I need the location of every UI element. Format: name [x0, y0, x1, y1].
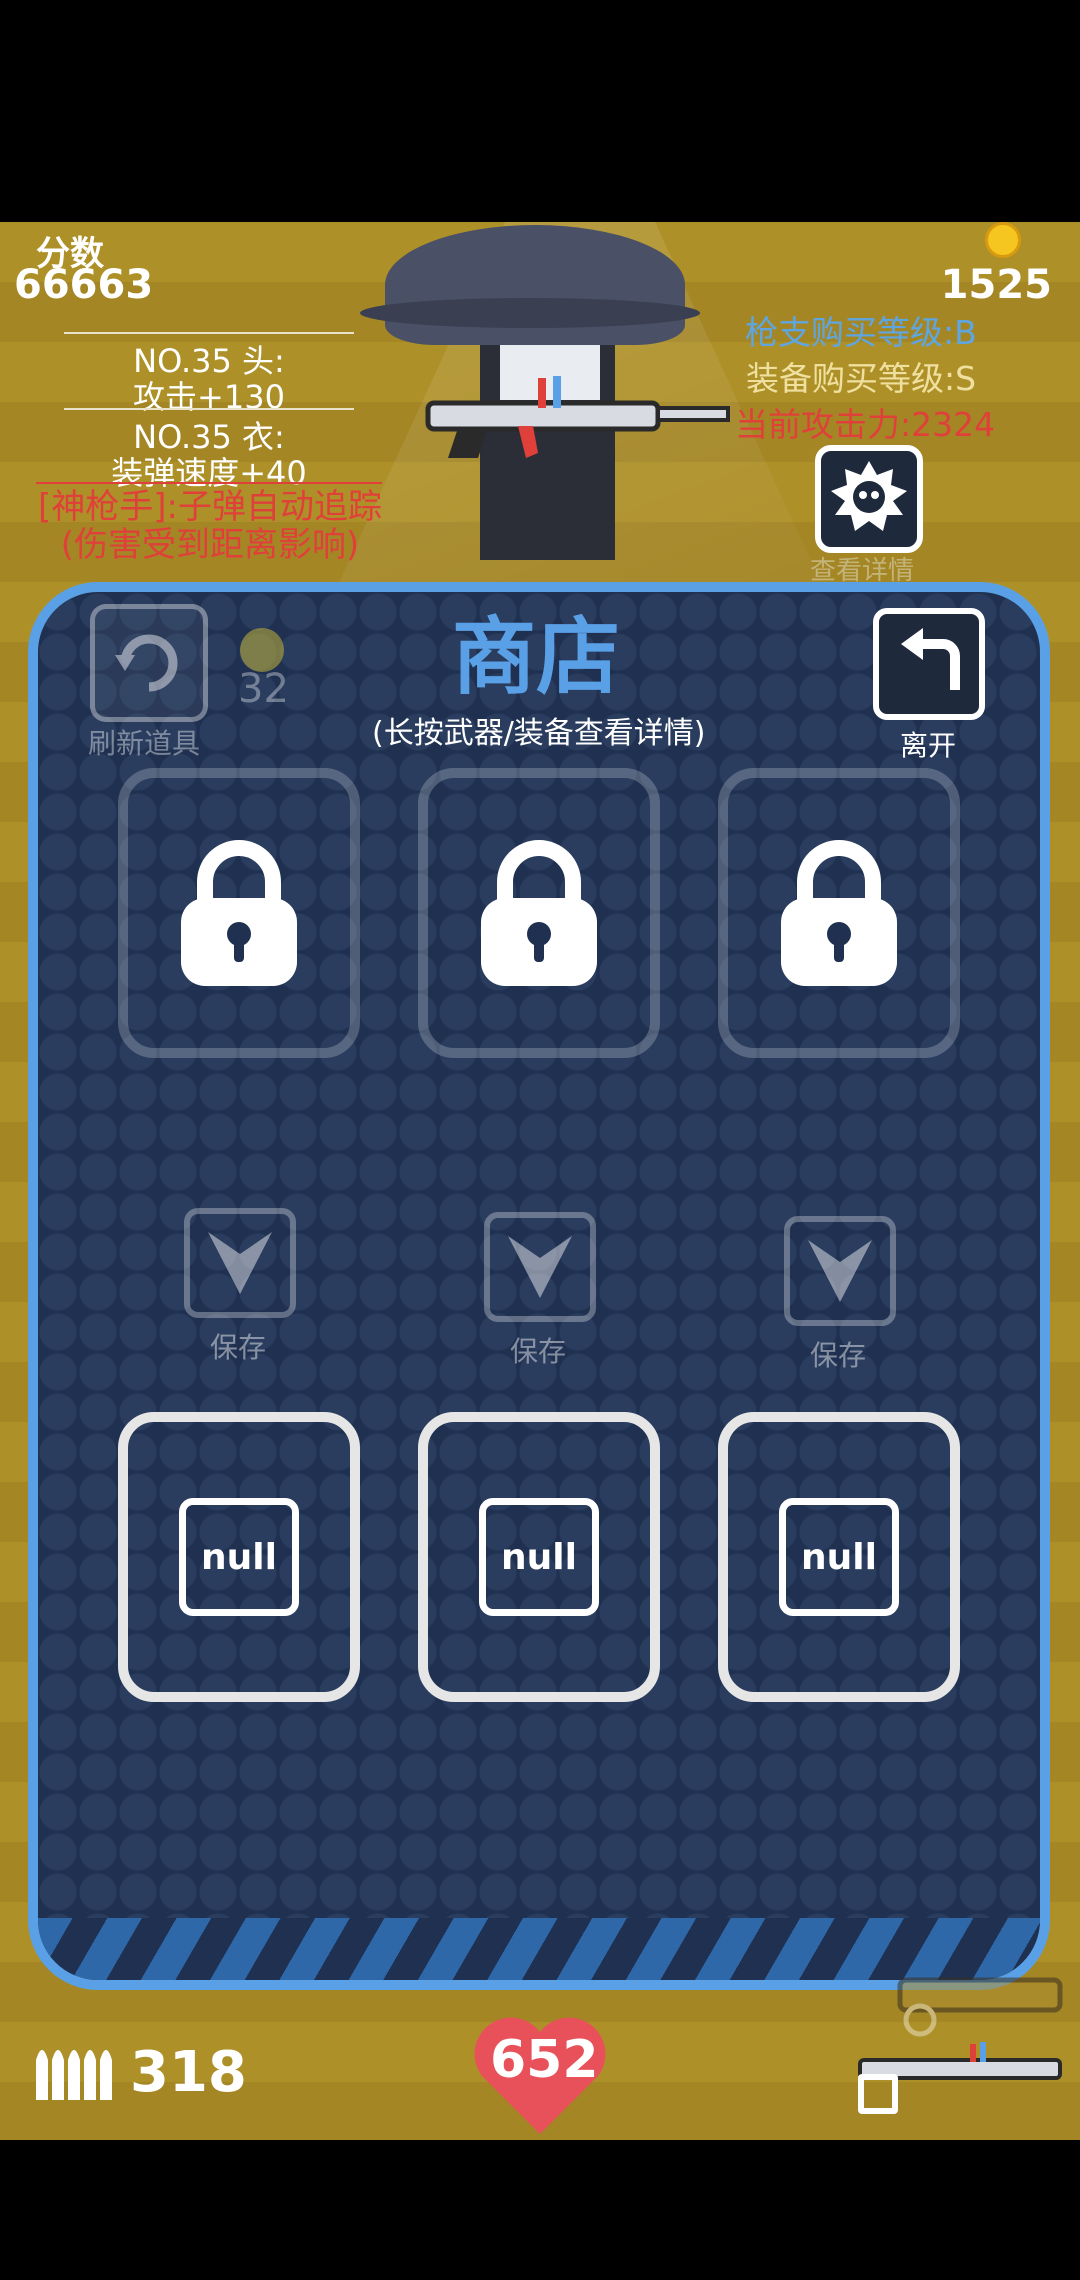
leave-button[interactable]: [873, 608, 985, 720]
return-arrow-icon: [901, 628, 960, 690]
skill-line: (伤害受到距离影响): [60, 525, 360, 565]
locked-shop-slot[interactable]: [718, 768, 960, 1058]
skull-badge-icon: [831, 461, 907, 531]
skill-line: [神枪手]:子弹自动追踪: [38, 487, 382, 527]
save-label: 保存: [810, 1339, 867, 1372]
save-label: 保存: [210, 1331, 267, 1364]
empty-storage-slot[interactable]: null: [118, 1412, 360, 1702]
null-placeholder: null: [479, 1498, 599, 1616]
ammo-icon: [36, 2050, 112, 2100]
refresh-cost: 32: [238, 666, 289, 712]
weapon-slot-indicator[interactable]: [858, 2074, 898, 2114]
save-button[interactable]: [184, 1208, 296, 1318]
lock-icon: [481, 840, 597, 986]
lock-icon: [781, 840, 897, 986]
shop-subtitle: (长按武器/装备查看详情): [372, 716, 706, 751]
skill-description: [神枪手]:子弹自动追踪 (伤害受到距离影响): [20, 488, 400, 564]
coin-icon: [985, 222, 1021, 258]
equip-purchase-level: 装备购买等级:S: [746, 359, 977, 398]
ammo-count: 318: [130, 2040, 247, 2105]
down-arrow-icon: [508, 1236, 572, 1298]
save-label: 保存: [510, 1335, 567, 1368]
null-placeholder: null: [779, 1498, 899, 1616]
down-arrow-icon: [208, 1232, 272, 1294]
empty-storage-slot[interactable]: null: [718, 1412, 960, 1702]
null-placeholder: null: [179, 1498, 299, 1616]
attack-power: 当前攻击力:2324: [735, 405, 996, 444]
navigation-bar-area: [0, 2140, 1080, 2280]
refresh-items-button[interactable]: [90, 604, 208, 722]
lock-icon: [181, 840, 297, 986]
character-gun-icon: [425, 376, 730, 458]
view-details-button[interactable]: [815, 445, 923, 553]
refresh-icon: [115, 634, 178, 692]
score-value: 66663: [14, 262, 154, 308]
status-bar-area: [0, 0, 1080, 222]
shop-title: 商店: [452, 608, 621, 706]
wizard-hat-brim: [360, 298, 700, 328]
down-arrow-icon: [808, 1240, 872, 1302]
divider: [64, 408, 354, 410]
leave-label: 离开: [900, 729, 957, 762]
empty-storage-slot[interactable]: null: [418, 1412, 660, 1702]
save-button[interactable]: [484, 1212, 596, 1322]
divider: [36, 482, 382, 484]
gun-purchase-level: 枪支购买等级:B: [745, 313, 977, 352]
divider: [64, 332, 354, 334]
save-button[interactable]: [784, 1216, 896, 1326]
locked-shop-slot[interactable]: [418, 768, 660, 1058]
health-points: 652: [490, 2030, 599, 2090]
refresh-items-label: 刷新道具: [88, 727, 201, 760]
coin-count: 1525: [940, 262, 1052, 308]
locked-shop-slot[interactable]: [118, 768, 360, 1058]
